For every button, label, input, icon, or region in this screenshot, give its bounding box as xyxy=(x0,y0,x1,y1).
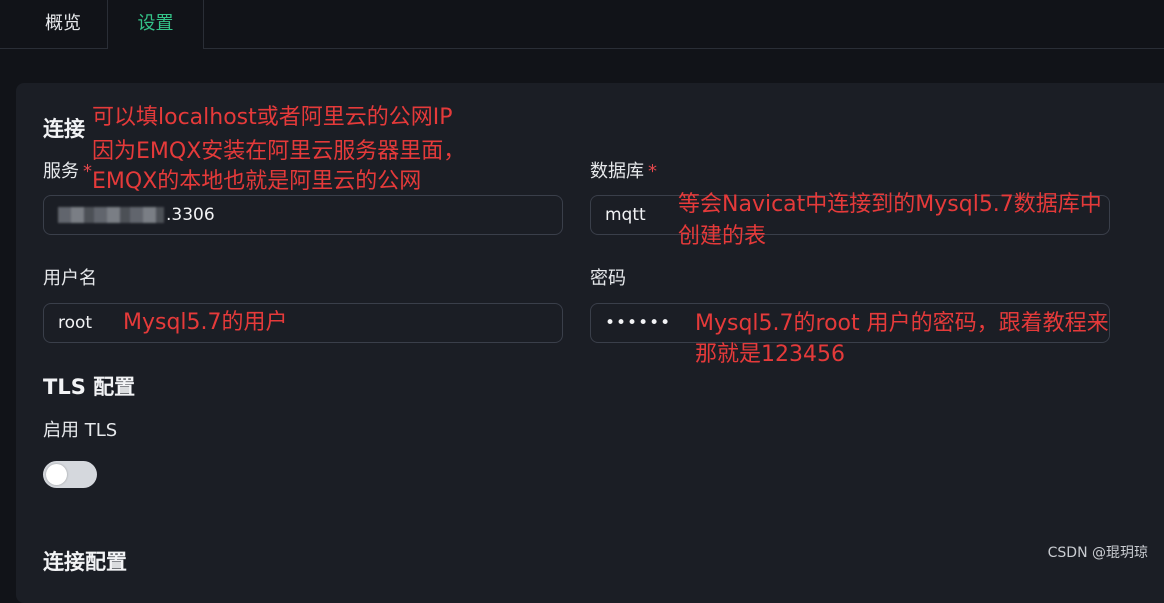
annotation-password-line2: 那就是123456 xyxy=(695,342,845,367)
annotation-password-line1: Mysql5.7的root 用户的密码，跟着教程来 xyxy=(695,311,1109,336)
database-label-text: 数据库 xyxy=(590,161,644,182)
server-label-text: 服务 xyxy=(43,161,79,182)
redacted-host xyxy=(58,207,164,223)
database-label: 数据库 * xyxy=(590,157,657,183)
watermark: CSDN @琨玥琼 xyxy=(1047,545,1148,561)
database-required-mark: * xyxy=(648,161,657,182)
username-label: 用户名 xyxy=(43,268,97,289)
server-input[interactable]: .3306 xyxy=(43,195,563,235)
annotation-database-line1: 等会Navicat中连接到的Mysql5.7数据库中 xyxy=(678,192,1102,217)
annotation-server-line3: EMQX的本地也就是阿里云的公网 xyxy=(92,169,422,194)
tab-overview[interactable]: 概览 xyxy=(20,0,106,48)
annotation-database-line2: 创建的表 xyxy=(678,224,767,249)
tab-settings[interactable]: 设置 xyxy=(107,0,204,49)
annotation-server-line1: 可以填localhost或者阿里云的公网IP xyxy=(92,105,453,130)
server-required-mark: * xyxy=(83,161,92,182)
tab-bar: 概览 设置 xyxy=(0,0,1164,49)
password-label: 密码 xyxy=(590,268,626,289)
server-label: 服务 * xyxy=(43,157,92,183)
server-input-value: .3306 xyxy=(166,205,215,225)
section-title-connection: 连接 xyxy=(43,117,85,141)
toggle-knob xyxy=(46,464,67,485)
annotation-username: Mysql5.7的用户 xyxy=(123,310,288,335)
section-title-tls: TLS 配置 xyxy=(43,375,136,399)
enable-tls-toggle[interactable] xyxy=(43,461,97,488)
username-input[interactable]: root xyxy=(43,303,563,343)
annotation-server-line2: 因为EMQX安装在阿里云服务器里面， xyxy=(92,139,466,164)
enable-tls-label: 启用 TLS xyxy=(43,420,118,441)
